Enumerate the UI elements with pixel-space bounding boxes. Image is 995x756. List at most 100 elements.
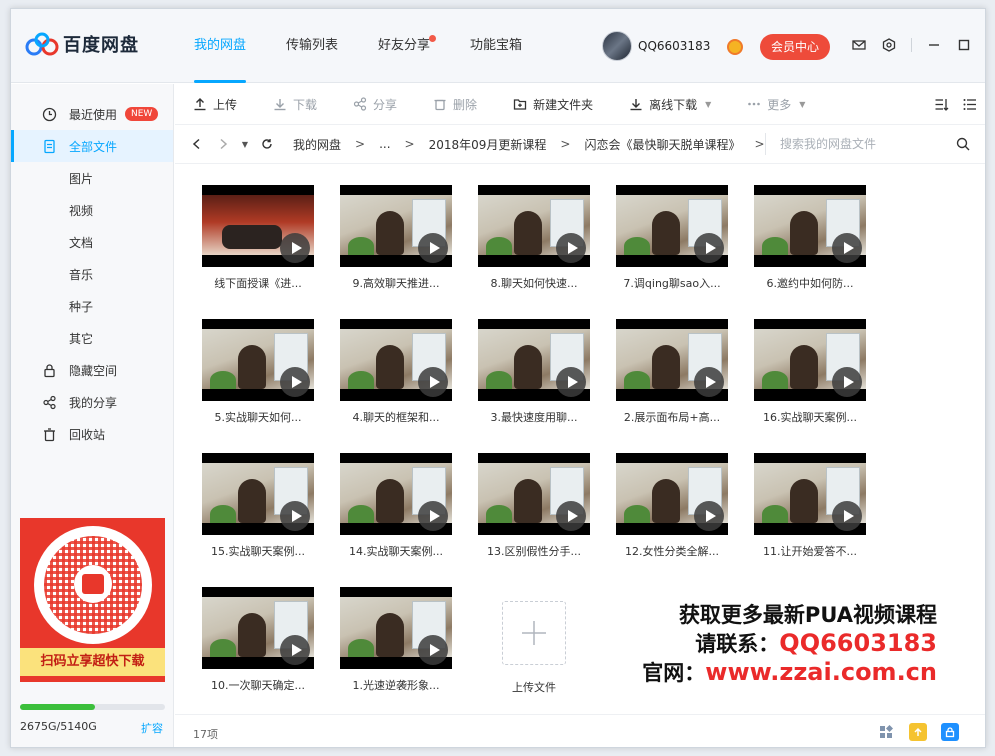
video-thumbnail[interactable] <box>340 587 452 669</box>
video-file-tile[interactable]: 15.实战聊天案例... <box>202 443 314 563</box>
search-icon[interactable] <box>956 137 970 151</box>
minimize-icon[interactable] <box>926 37 942 53</box>
file-name[interactable]: 16.实战聊天案例... <box>750 409 870 425</box>
file-name[interactable]: 9.高效聊天推进... <box>336 275 456 291</box>
file-name[interactable]: 7.调qing聊sao入... <box>612 275 732 291</box>
file-name[interactable]: 14.实战聊天案例... <box>336 543 456 559</box>
sidebar-item-recycle-bin[interactable]: 回收站 <box>11 418 173 450</box>
play-icon[interactable] <box>280 501 310 531</box>
sidebar-item-all-files[interactable]: 全部文件 <box>11 130 173 162</box>
video-file-tile[interactable]: 16.实战聊天案例... <box>754 309 866 429</box>
search-input[interactable] <box>780 137 940 151</box>
history-dropdown-icon[interactable]: ▼ <box>241 136 249 152</box>
play-icon[interactable] <box>694 501 724 531</box>
tab-my-disk[interactable]: 我的网盘 <box>194 9 247 83</box>
file-name[interactable]: 13.区别假性分手... <box>474 543 594 559</box>
offline-download-button[interactable]: 离线下载 ▼ <box>629 96 711 113</box>
video-thumbnail[interactable] <box>478 185 590 267</box>
breadcrumb-item[interactable]: ... <box>379 137 390 151</box>
play-icon[interactable] <box>832 367 862 397</box>
sidebar-item-hidden-space[interactable]: 隐藏空间 <box>11 354 173 386</box>
play-icon[interactable] <box>556 367 586 397</box>
video-thumbnail[interactable] <box>616 185 728 267</box>
new-folder-button[interactable]: 新建文件夹 <box>513 96 593 113</box>
video-file-tile[interactable]: 9.高效聊天推进... <box>340 175 452 295</box>
play-icon[interactable] <box>418 367 448 397</box>
video-file-tile[interactable]: 7.调qing聊sao入... <box>616 175 728 295</box>
video-thumbnail[interactable] <box>478 453 590 535</box>
share-button[interactable]: 分享 <box>353 96 397 113</box>
mail-icon[interactable] <box>851 37 867 53</box>
video-file-tile[interactable]: 11.让开始爱答不... <box>754 443 866 563</box>
video-thumbnail[interactable] <box>340 185 452 267</box>
tab-friend-share[interactable]: 好友分享 <box>378 9 437 83</box>
breadcrumb-item[interactable]: 2018年09月更新课程 <box>429 136 547 153</box>
video-file-tile[interactable]: 5.实战聊天如何... <box>202 309 314 429</box>
play-icon[interactable] <box>418 635 448 665</box>
video-file-tile[interactable]: 6.邀约中如何防... <box>754 175 866 295</box>
breadcrumb-item[interactable]: 我的网盘 <box>293 136 341 153</box>
file-name[interactable]: 8.聊天如何快速... <box>474 275 594 291</box>
apps-icon[interactable] <box>877 723 895 741</box>
file-name[interactable]: 线下面授课《进... <box>198 275 318 291</box>
video-file-tile[interactable]: 8.聊天如何快速... <box>478 175 590 295</box>
video-file-tile[interactable]: 13.区别假性分手... <box>478 443 590 563</box>
lock-icon[interactable] <box>941 723 959 741</box>
back-icon[interactable] <box>189 136 205 152</box>
file-name[interactable]: 15.实战聊天案例... <box>198 543 318 559</box>
upload-plus-box[interactable] <box>502 601 566 665</box>
video-thumbnail[interactable] <box>754 185 866 267</box>
sidebar-item-music[interactable]: 音乐 <box>11 258 173 290</box>
vip-crown-icon[interactable] <box>727 39 743 55</box>
tab-toolbox[interactable]: 功能宝箱 <box>470 9 522 83</box>
video-file-tile[interactable]: 线下面授课《进... <box>202 175 314 295</box>
tab-transfer-list[interactable]: 传输列表 <box>286 9 338 83</box>
play-icon[interactable] <box>280 233 310 263</box>
video-thumbnail[interactable] <box>616 319 728 401</box>
download-promo-banner[interactable]: 扫码立享超快下载 <box>20 518 165 682</box>
play-icon[interactable] <box>418 233 448 263</box>
video-thumbnail[interactable] <box>754 453 866 535</box>
play-icon[interactable] <box>832 233 862 263</box>
sidebar-item-torrents[interactable]: 种子 <box>11 290 173 322</box>
file-name[interactable]: 5.实战聊天如何... <box>198 409 318 425</box>
delete-button[interactable]: 删除 <box>433 96 477 113</box>
video-thumbnail[interactable] <box>616 453 728 535</box>
video-thumbnail[interactable] <box>340 319 452 401</box>
video-file-tile[interactable]: 3.最快速度用聊... <box>478 309 590 429</box>
video-thumbnail[interactable] <box>478 319 590 401</box>
play-icon[interactable] <box>556 233 586 263</box>
list-view-icon[interactable] <box>961 96 977 112</box>
breadcrumb-item-current[interactable]: 闪恋会《最快聊天脱单课程》 <box>584 136 740 153</box>
expand-storage-link[interactable]: 扩容 <box>141 720 163 736</box>
file-name[interactable]: 1.光速逆袭形象... <box>336 677 456 693</box>
video-file-tile[interactable]: 1.光速逆袭形象... <box>340 577 452 697</box>
video-thumbnail[interactable] <box>340 453 452 535</box>
file-name[interactable]: 2.展示面布局+高... <box>612 409 732 425</box>
sidebar-item-videos[interactable]: 视频 <box>11 194 173 226</box>
file-name[interactable]: 6.邀约中如何防... <box>750 275 870 291</box>
play-icon[interactable] <box>280 367 310 397</box>
refresh-icon[interactable] <box>259 136 275 152</box>
video-file-tile[interactable]: 10.一次聊天确定... <box>202 577 314 697</box>
sidebar-item-my-shares[interactable]: 我的分享 <box>11 386 173 418</box>
play-icon[interactable] <box>832 501 862 531</box>
sidebar-item-images[interactable]: 图片 <box>11 162 173 194</box>
settings-icon[interactable] <box>881 37 897 53</box>
play-icon[interactable] <box>418 501 448 531</box>
video-thumbnail[interactable] <box>202 319 314 401</box>
vip-center-button[interactable]: 会员中心 <box>760 34 830 60</box>
video-file-tile[interactable]: 2.展示面布局+高... <box>616 309 728 429</box>
file-name[interactable]: 10.一次聊天确定... <box>198 677 318 693</box>
file-name[interactable]: 11.让开始爱答不... <box>750 543 870 559</box>
user-info[interactable]: QQ6603183 <box>602 31 710 61</box>
play-icon[interactable] <box>694 367 724 397</box>
sidebar-item-recent[interactable]: 最近使用 NEW <box>11 98 173 130</box>
upload-button[interactable]: 上传 <box>193 96 237 113</box>
file-name[interactable]: 4.聊天的框架和... <box>336 409 456 425</box>
video-thumbnail[interactable] <box>754 319 866 401</box>
video-thumbnail[interactable] <box>202 185 314 267</box>
sidebar-item-other[interactable]: 其它 <box>11 322 173 354</box>
file-name[interactable]: 3.最快速度用聊... <box>474 409 594 425</box>
avatar[interactable] <box>602 31 632 61</box>
